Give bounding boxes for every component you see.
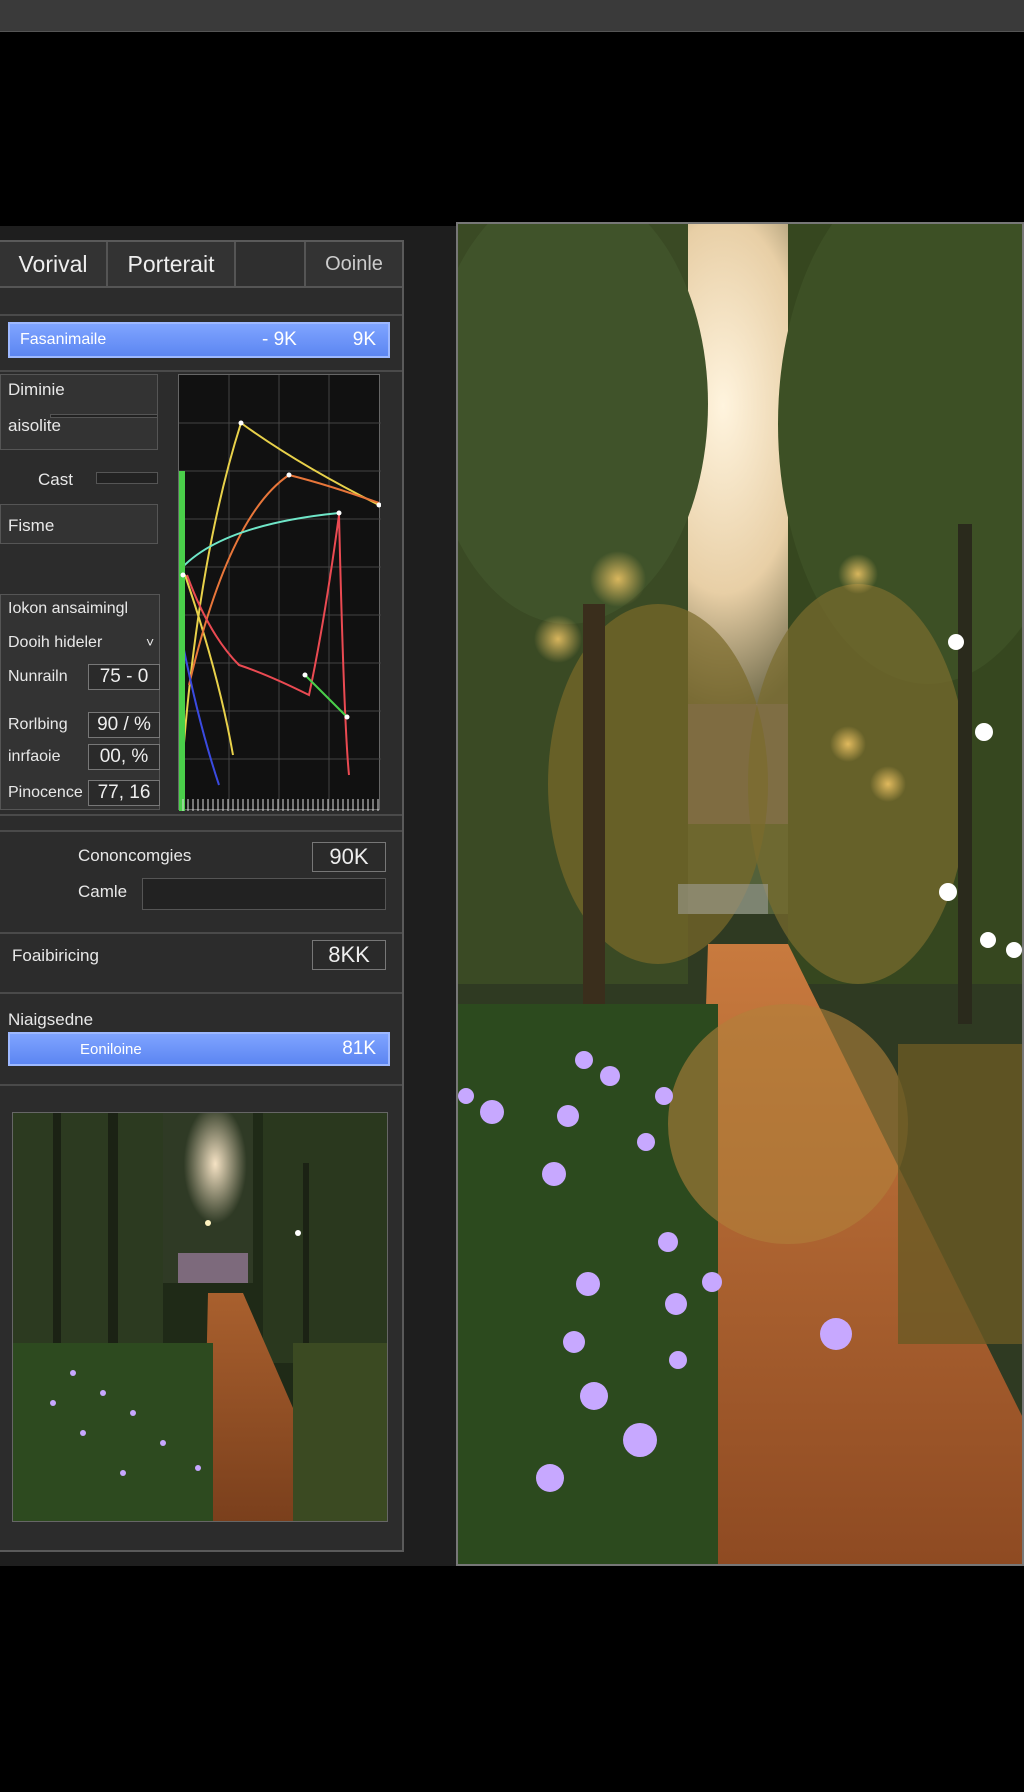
param-list — [0, 594, 160, 810]
cyan-curve — [178, 512, 340, 572]
tab-porterait[interactable]: Porterait — [108, 242, 236, 286]
absolute-slider[interactable] — [50, 414, 158, 418]
absolute-label: aisolite — [8, 416, 61, 435]
graph-grid — [179, 375, 381, 811]
param-label-5: Pinocence — [8, 784, 83, 801]
top-toolbar — [0, 0, 1024, 32]
foaibiricing-label: Foaibiricing — [12, 946, 99, 965]
main-viewport[interactable] — [456, 222, 1024, 1566]
divider — [0, 830, 402, 832]
param-value-2[interactable]: 75 - 0 — [88, 664, 160, 690]
tab-ooinle[interactable]: Ooinle — [306, 242, 402, 286]
curve-point-2[interactable] — [336, 510, 342, 516]
curves-graph[interactable] — [178, 374, 382, 811]
curve-point-5[interactable] — [344, 714, 350, 720]
section-title: Niaigsedne — [8, 1010, 94, 1029]
param-label-0: Iokon ansaimingl — [8, 600, 129, 617]
red-curve — [186, 514, 350, 776]
exposure-slider[interactable]: Fasanimaile - 9K 9K — [8, 322, 390, 358]
curve-point-4[interactable] — [302, 672, 308, 678]
forest-thumbnail-image — [13, 1113, 387, 1521]
dimmie-label: Diminie — [8, 380, 65, 399]
cast-slider[interactable] — [96, 472, 158, 484]
green-histogram-bar — [179, 471, 185, 811]
preview-thumbnail[interactable] — [12, 1112, 388, 1522]
fisme-label: Fisme — [8, 516, 55, 535]
eoniloine-label: Eoniloine — [80, 1040, 142, 1058]
cononcomgies-value[interactable]: 90K — [312, 842, 386, 872]
param-dropdown-1[interactable]: ˅ — [146, 634, 154, 650]
param-label-1: Dooih hideler — [8, 634, 103, 651]
tab-vorival[interactable]: Vorival — [0, 242, 108, 286]
orange-curve — [188, 473, 380, 686]
param-value-5[interactable]: 77, 16 — [88, 780, 160, 806]
forest-render-image — [458, 224, 1022, 1564]
tab-empty[interactable] — [236, 242, 306, 286]
exposure-right-value: 9K — [352, 329, 376, 350]
cast-label: Cast — [38, 470, 73, 489]
yellow-curve — [182, 421, 380, 756]
param-value-3[interactable]: 90 / % — [88, 712, 160, 738]
divider — [0, 314, 402, 316]
curve-point-1[interactable] — [286, 472, 292, 478]
tab-bar: Vorival Porterait Ooinle — [0, 242, 402, 288]
divider — [0, 370, 402, 372]
exposure-label: Fasanimaile — [20, 331, 107, 348]
eoniloine-slider[interactable]: Eoniloine 81K — [8, 1032, 390, 1066]
cononcomgies-label: Cononcomgies — [78, 846, 192, 865]
curve-point-6[interactable] — [180, 572, 186, 578]
param-value-4[interactable]: 00, % — [88, 744, 160, 770]
divider — [0, 1084, 402, 1086]
camle-slider[interactable] — [142, 878, 386, 910]
divider — [0, 932, 402, 934]
param-label-4: inrfaoie — [8, 748, 61, 765]
exposure-value: - 9K — [262, 329, 297, 350]
foaibiricing-value[interactable]: 8KK — [312, 940, 386, 970]
settings-panel: Vorival Porterait Ooinle Fasanimaile - 9… — [0, 240, 404, 1552]
param-label-3: Rorlbing — [8, 716, 68, 733]
camle-label: Camle — [78, 882, 128, 901]
divider — [0, 814, 402, 816]
eoniloine-value: 81K — [342, 1038, 376, 1059]
curve-point-0[interactable] — [238, 420, 244, 426]
divider — [0, 992, 402, 994]
param-label-2: Nunrailn — [8, 668, 68, 685]
curves-plot — [178, 375, 382, 811]
